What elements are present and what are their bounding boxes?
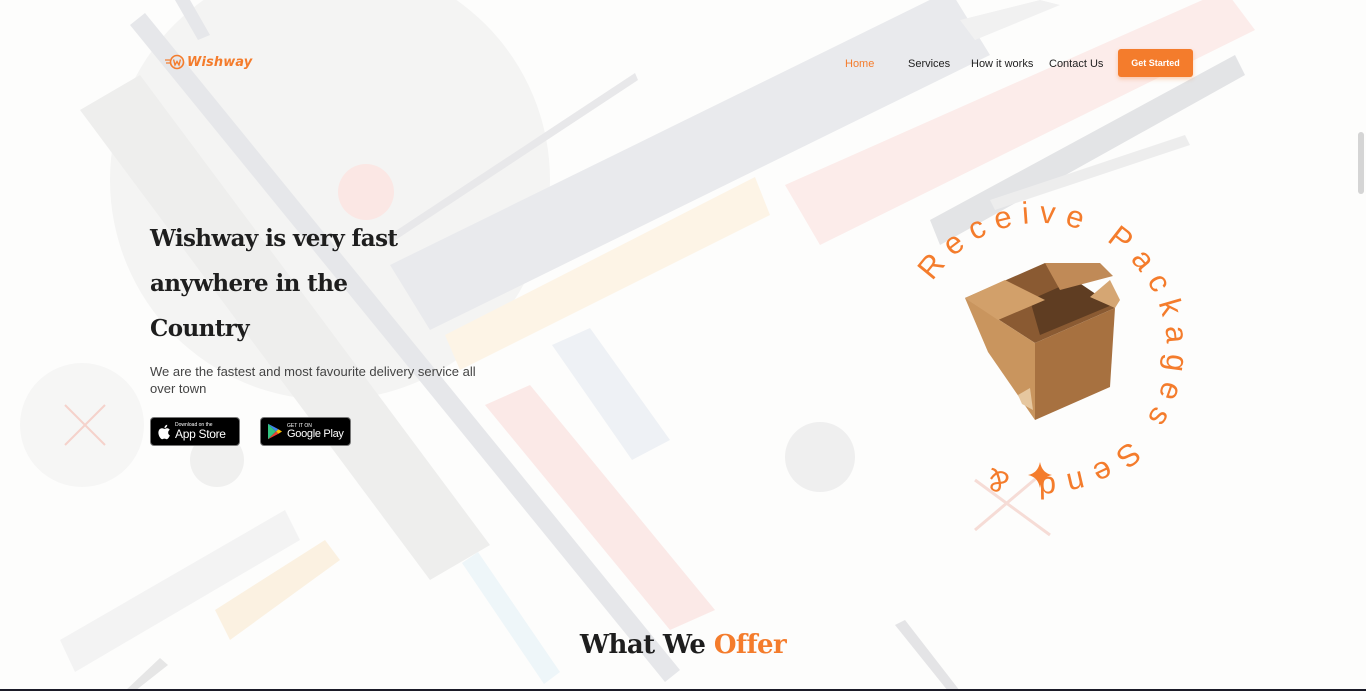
apple-icon [158, 424, 170, 439]
section-title-plain: What We [579, 630, 714, 660]
section-title-what-we-offer: What We Offer [0, 630, 1366, 660]
hero-title-line-2: anywhere in the [150, 270, 348, 297]
hero-subtitle: We are the fastest and most favourite de… [150, 364, 476, 396]
page-scrollbar[interactable] [1358, 132, 1364, 194]
nav-item-services[interactable]: Services [908, 57, 950, 71]
hero-title: Wishway is very fast anywhere in the Cou… [150, 216, 450, 351]
google-play-label: Google Play [287, 427, 344, 440]
app-store-button[interactable]: Download on the App Store [150, 417, 240, 446]
hero-title-line-3: Country [150, 315, 250, 342]
hero-title-line-1: Wishway is very fast [150, 225, 398, 252]
nav-item-contact-us[interactable]: Contact Us [1049, 57, 1103, 71]
google-play-icon [268, 423, 282, 440]
send-receive-badge: Receive Packages Send & [910, 194, 1186, 505]
nav-item-home[interactable]: Home [845, 57, 874, 71]
get-started-button[interactable]: Get Started [1118, 49, 1193, 77]
open-box-icon [965, 263, 1120, 420]
section-title-accent: Offer [713, 630, 787, 660]
app-store-label: App Store [175, 427, 226, 441]
nav-item-how-it-works[interactable]: How it works [971, 57, 1033, 71]
google-play-button[interactable]: GET IT ON Google Play [260, 417, 351, 446]
